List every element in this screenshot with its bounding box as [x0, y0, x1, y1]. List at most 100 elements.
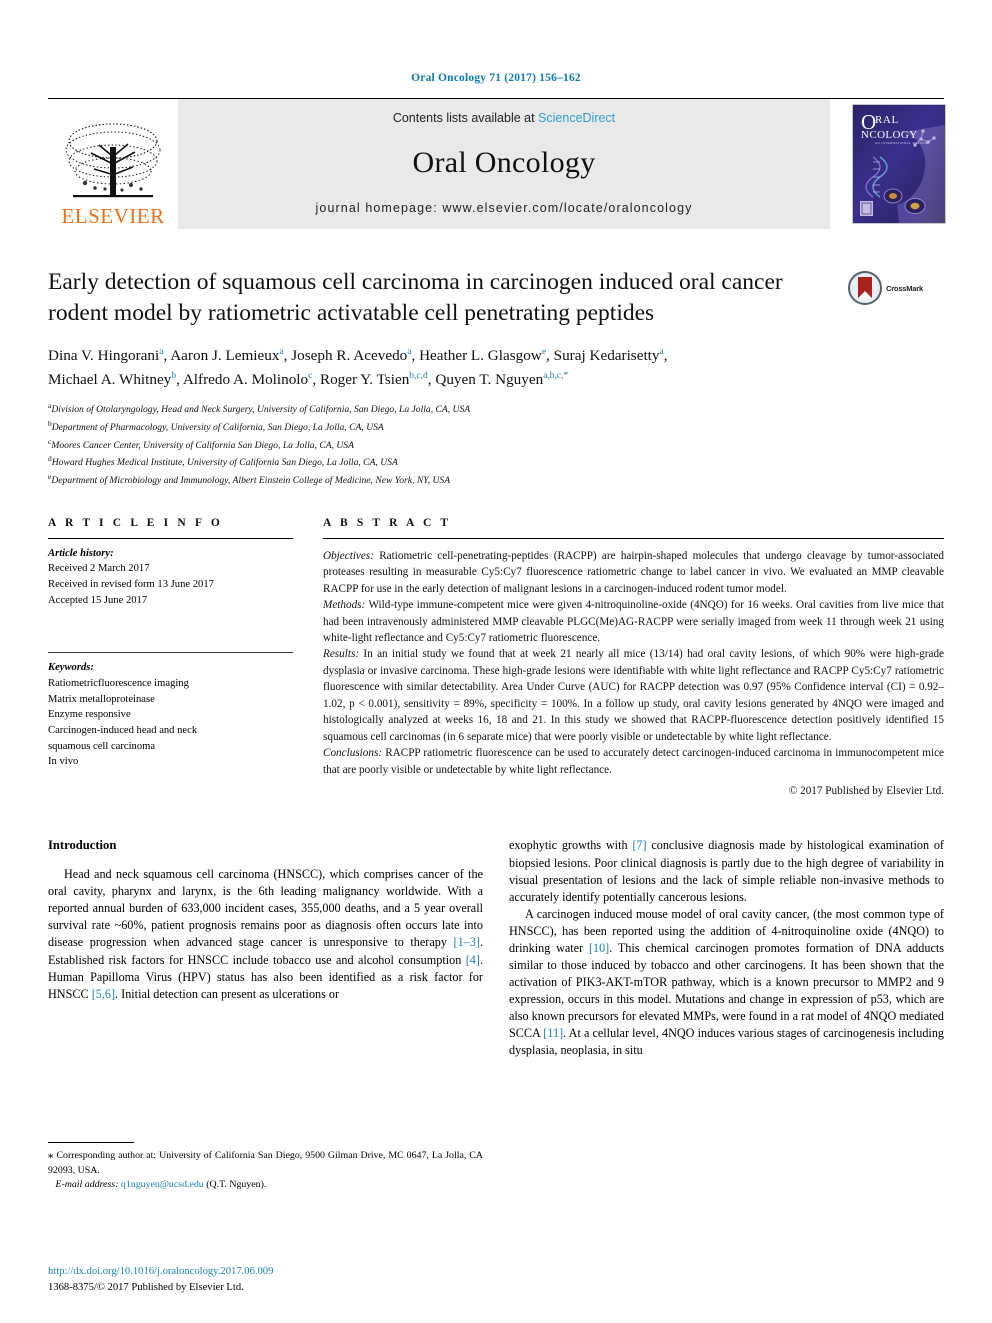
affiliation-item: dHoward Hughes Medical Institute, Univer…: [48, 453, 944, 471]
footnote-rule: [48, 1142, 134, 1144]
page-footer: http://dx.doi.org/10.1016/j.oraloncology…: [48, 1264, 273, 1295]
author-name: Aaron J. Lemieux: [170, 346, 280, 364]
body-paragraph: exophytic growths with [7] conclusive di…: [509, 837, 944, 905]
author-entry: Aaron J. Lemieuxa,: [170, 347, 291, 364]
author-name: Heather L. Glasgow: [419, 346, 542, 364]
author-sep: ,: [176, 370, 183, 388]
sciencedirect-link[interactable]: ScienceDirect: [538, 111, 615, 125]
abstract-section-text: RACPP ratiometric fluorescence can be us…: [323, 747, 944, 776]
email-link[interactable]: q1nguyen@ucsd.edu: [121, 1179, 204, 1190]
abstract-column: A B S T R A C T Objectives: Ratiometric …: [323, 517, 944, 800]
paragraph-text: . At a cellular level, 4NQO induces vari…: [509, 1026, 945, 1058]
history-item: Accepted 15 June 2017: [48, 594, 148, 606]
journal-homepage-link[interactable]: journal homepage: www.elsevier.com/locat…: [316, 201, 693, 215]
paper-page: Oral Oncology 71 (2017) 156–162 ELSEVIER…: [0, 0, 992, 1323]
author-name: Dina V. Hingorani: [48, 346, 160, 364]
author-name: Suraj Kedarisetty: [553, 346, 660, 364]
keyword-item: Matrix metalloproteinase: [48, 693, 155, 705]
author-entry: Joseph R. Acevedoa,: [291, 347, 419, 364]
svg-text:NCOLOGY: NCOLOGY: [861, 129, 918, 141]
citation-link[interactable]: [4]: [466, 953, 480, 967]
body-column-right: exophytic growths with [7] conclusive di…: [509, 837, 944, 1192]
body-column-left: Introduction Head and neck squamous cell…: [48, 837, 483, 1192]
doi-link[interactable]: http://dx.doi.org/10.1016/j.oraloncology…: [48, 1264, 273, 1279]
journal-masthead: ELSEVIER Contents lists available at Sci…: [48, 98, 946, 229]
abstract-body: Objectives: Ratiometric cell-penetrating…: [323, 539, 944, 800]
issn-copyright-line: 1368-8375/© 2017 Published by Elsevier L…: [48, 1281, 244, 1293]
affiliation-text: Department of Microbiology and Immunolog…: [51, 475, 451, 487]
title-area: Early detection of squamous cell carcino…: [48, 267, 944, 330]
abstract-section: Conclusions: RACPP ratiometric fluoresce…: [323, 745, 944, 778]
journal-title: Oral Oncology: [412, 146, 596, 179]
article-history-block: Article history: Received 2 March 2017 R…: [48, 539, 293, 609]
abstract-copyright: © 2017 Published by Elsevier Ltd.: [788, 785, 944, 798]
citation-link[interactable]: [10]: [589, 941, 609, 955]
paragraph-text: exophytic growths with: [509, 838, 633, 853]
author-entry: Dina V. Hingorania,: [48, 347, 170, 364]
author-sep: ,: [312, 370, 320, 388]
author-entry: Alfredo A. Molinoloc,: [182, 370, 320, 388]
corresponding-author-footnote: ⁎ Corresponding author at: University of…: [48, 1142, 483, 1192]
affiliation-item: aDivision of Otolaryngology, Head and Ne…: [48, 400, 944, 418]
keyword-item: Ratiometricfluorescence imaging: [48, 678, 189, 690]
author-entry: Heather L. Glasgowe,: [419, 347, 554, 364]
corresponding-author-marker: a,b,c,*: [543, 370, 569, 381]
info-abstract-region: A R T I C L E I N F O Article history: R…: [48, 517, 944, 800]
abstract-section: Methods: Wild-type immune-competent mice…: [323, 597, 944, 646]
abstract-section: Objectives: Ratiometric cell-penetrating…: [323, 548, 944, 597]
citation-link[interactable]: [7]: [632, 838, 646, 852]
page-title: Early detection of squamous cell carcino…: [48, 269, 783, 327]
body-columns: Introduction Head and neck squamous cell…: [48, 837, 944, 1192]
author-name: Alfredo A. Molinolo: [182, 370, 309, 388]
paragraph-text: Head and neck squamous cell carcinoma (H…: [48, 867, 483, 950]
affiliation-text: Moores Cancer Center, University of Cali…: [51, 439, 354, 451]
author-sep: ,: [546, 346, 554, 364]
crossmark-badge[interactable]: CrossMark: [848, 267, 944, 305]
abstract-section-text: Ratiometric cell-penetrating-peptides (R…: [323, 549, 944, 595]
crossmark-icon: [848, 271, 882, 305]
citation-link[interactable]: [11]: [543, 1026, 563, 1040]
body-paragraph: Head and neck squamous cell carcinoma (H…: [48, 866, 483, 1003]
footnote-text: ⁎ Corresponding author at: University of…: [48, 1148, 483, 1192]
affiliation-text: Howard Hughes Medical Institute, Univers…: [51, 457, 398, 469]
author-name: Joseph R. Acevedo: [291, 346, 408, 364]
affiliation-item: bDepartment of Pharmacology, University …: [48, 418, 944, 436]
journal-cover-thumbnail: O RAL NCOLOGY AN INTERNATIONAL JOURNAL: [852, 104, 946, 224]
footnote-corresponding: Corresponding author at: University of C…: [48, 1150, 483, 1176]
email-attribution: (Q.T. Nguyen).: [203, 1179, 267, 1191]
journal-cover-image: O RAL NCOLOGY AN INTERNATIONAL JOURNAL: [852, 104, 946, 224]
abstract-section-label: Results:: [323, 648, 360, 661]
crossmark-label: CrossMark: [886, 283, 923, 293]
history-item: Received in revised form 13 June 2017: [48, 579, 214, 591]
article-history-label: Article history:: [48, 547, 114, 559]
section-title-introduction: Introduction: [48, 838, 117, 853]
author-name: Michael A. Whitney: [48, 370, 172, 388]
affiliation-item: eDepartment of Microbiology and Immunolo…: [48, 471, 944, 489]
keywords-block: Keywords: Ratiometricfluorescence imagin…: [48, 653, 293, 770]
history-item: Received 2 March 2017: [48, 563, 150, 575]
affiliation-list: aDivision of Otolaryngology, Head and Ne…: [48, 400, 944, 489]
author-name: Roger Y. Tsien: [319, 370, 410, 388]
elsevier-logo: ELSEVIER: [48, 99, 178, 229]
abstract-section-label: Objectives:: [323, 549, 374, 562]
author-entry: Quyen T. Nguyena,b,c,*: [435, 370, 569, 388]
elsevier-tree-icon: [65, 123, 161, 198]
keyword-item: In vivo: [48, 756, 79, 768]
running-head: Oral Oncology 71 (2017) 156–162: [411, 72, 581, 84]
citation-link[interactable]: [5,6]: [92, 987, 115, 1001]
author-sep: ,: [411, 346, 420, 364]
citation-link[interactable]: [1–3]: [454, 935, 480, 949]
affiliation-text: Department of Pharmacology, University o…: [51, 422, 384, 433]
author-name: Quyen T. Nguyen: [435, 370, 544, 388]
elsevier-wordmark: ELSEVIER: [61, 204, 165, 228]
article-info-column: A R T I C L E I N F O Article history: R…: [48, 517, 293, 800]
abstract-section: Results: In an initial study we found th…: [323, 646, 944, 745]
abstract-section-text: Wild-type immune-competent mice were giv…: [323, 599, 944, 644]
contents-available-line: Contents lists available at ScienceDirec…: [393, 111, 615, 125]
abstract-section-label: Conclusions:: [323, 747, 383, 760]
email-label: E-mail address:: [55, 1179, 119, 1191]
author-entry: Michael A. Whitneyb,: [48, 370, 183, 388]
abstract-section-label: Methods:: [323, 599, 366, 612]
keywords-label: Keywords:: [48, 662, 94, 674]
